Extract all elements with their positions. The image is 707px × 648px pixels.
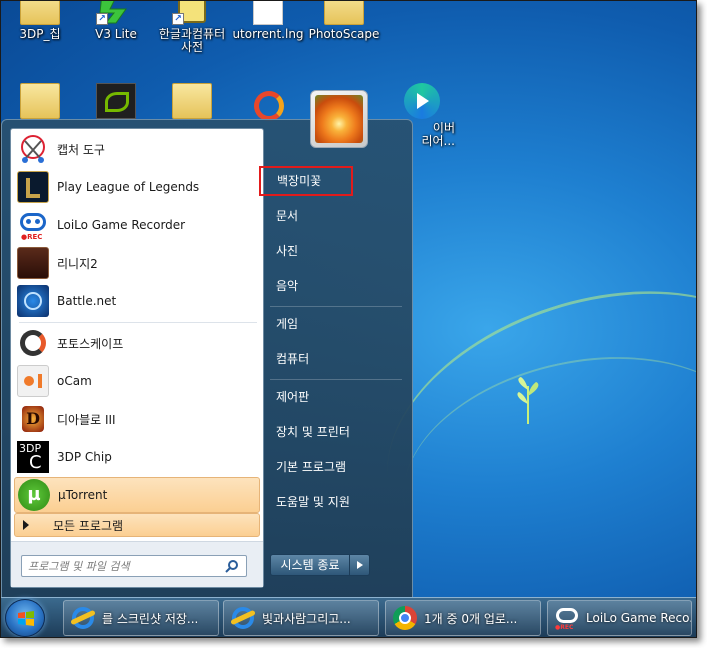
flower-picture-icon [315, 95, 363, 143]
internet-explorer-icon [70, 605, 96, 631]
right-item-pictures[interactable]: 사진 [264, 236, 404, 266]
desktop-icon-utorrent-lng[interactable]: utorrent.lng [231, 1, 305, 41]
right-item-control-panel[interactable]: 제어판 [264, 382, 404, 412]
diablo3-icon: D [17, 403, 49, 435]
start-menu-programs-pane: 캡처 도구 Play League of Legends ●REC LoiLo … [10, 128, 264, 588]
menu-separator [270, 306, 402, 307]
start-button[interactable] [5, 599, 45, 637]
shortcut-arrow-icon: ↗ [96, 13, 108, 25]
program-item-snipping-tool[interactable]: 캡처 도구 [14, 131, 260, 167]
windows-leaf-logo [517, 377, 539, 424]
program-label: 3DP Chip [57, 450, 112, 464]
desktop-icon-folder[interactable] [3, 83, 77, 119]
desktop-icon-label: V3 Lite [95, 27, 137, 41]
program-item-diablo3[interactable]: D 디아블로 III [14, 401, 260, 437]
shutdown-group: 시스템 종료 [270, 554, 370, 576]
right-item-documents[interactable]: 문서 [264, 201, 404, 231]
menu-separator [19, 322, 257, 323]
chrome-icon [392, 605, 418, 631]
program-label: 디아블로 III [57, 412, 116, 427]
right-item-computer[interactable]: 컴퓨터 [264, 344, 404, 374]
program-label: Play League of Legends [57, 180, 200, 194]
start-menu: 캡처 도구 Play League of Legends ●REC LoiLo … [1, 90, 413, 597]
taskbar-item-label: 빛과사람그리고... [262, 611, 351, 626]
loilo-recorder-icon: ●REC [17, 209, 49, 241]
program-item-ocam[interactable]: oCam [14, 363, 260, 399]
menu-separator [270, 379, 402, 380]
taskbar-item-label: 를 스크린샷 저장... [102, 611, 199, 626]
program-item-loilo-recorder[interactable]: ●REC LoiLo Game Recorder [14, 207, 260, 243]
taskbar-item-loilo[interactable]: ●REC LoiLo Game Reco... [547, 600, 692, 636]
desktop: 3DP_칩 ↗ V3 Lite ↗ 한글과컴퓨터 사전 utorrent.lng… [1, 1, 696, 597]
desktop-icon-3dp-folder[interactable]: 3DP_칩 [3, 1, 77, 41]
taskbar-item-label: 1개 중 0개 업로... [424, 611, 518, 626]
program-label: 포토스케이프 [57, 336, 124, 351]
shortcut-arrow-icon: ↗ [172, 13, 184, 25]
program-item-league-of-legends[interactable]: Play League of Legends [14, 169, 260, 205]
desktop-icon-folder[interactable] [155, 83, 229, 119]
all-programs-button[interactable]: 모든 프로그램 [14, 513, 260, 537]
v3-lite-icon: ↗ [96, 1, 136, 25]
right-item-games[interactable]: 게임 [264, 309, 404, 339]
program-label: 캡처 도구 [57, 142, 105, 157]
right-item-user-folder[interactable]: 백장미꽃 [259, 166, 353, 196]
loilo-recorder-icon: ●REC [554, 605, 580, 631]
nvidia-icon [96, 83, 136, 119]
taskbar-item-ie-screenshot[interactable]: 를 스크린샷 저장... [63, 600, 219, 636]
taskbar-item-chrome[interactable]: 1개 중 0개 업로... [385, 600, 541, 636]
desktop-icon-label: utorrent.lng [232, 27, 304, 41]
folder-icon [20, 1, 60, 25]
snipping-tool-icon [17, 133, 49, 165]
taskbar-item-label: LoiLo Game Reco... [586, 611, 692, 625]
utorrent-icon: µ [18, 479, 50, 511]
search-area [11, 541, 263, 587]
windows-flag-icon [18, 611, 34, 626]
3dp-chip-icon: 3DP C [17, 441, 49, 473]
program-item-utorrent[interactable]: µ µTorrent [14, 477, 260, 513]
desktop-icon-label: 한글과컴퓨터 사전 [158, 27, 226, 54]
right-item-default-programs[interactable]: 기본 프로그램 [264, 452, 404, 482]
desktop-icon-photoscape[interactable]: PhotoScape [307, 1, 381, 41]
program-item-battlenet[interactable]: Battle.net [14, 283, 260, 319]
search-icon[interactable] [225, 559, 239, 573]
desktop-icon-label: 3DP_칩 [19, 27, 61, 41]
desktop-icon-label: PhotoScape [308, 27, 380, 41]
user-picture[interactable] [310, 90, 368, 148]
desktop-icon-v3-lite[interactable]: ↗ V3 Lite [79, 1, 153, 41]
folder-icon [20, 83, 60, 119]
program-label: LoiLo Game Recorder [57, 218, 186, 232]
taskbar: 를 스크린샷 저장... 빛과사람그리고... 1개 중 0개 업로... ●R… [1, 597, 696, 637]
file-icon [253, 1, 283, 25]
program-item-photoscape[interactable]: 포토스케이프 [14, 325, 260, 361]
folder-icon [324, 1, 364, 25]
right-item-devices-printers[interactable]: 장치 및 프린터 [264, 417, 404, 447]
folder-icon [172, 83, 212, 119]
program-label: oCam [57, 374, 92, 388]
shutdown-options-arrow-icon[interactable] [350, 554, 370, 576]
naver-player-icon [400, 83, 440, 119]
photoscape-icon [17, 327, 49, 359]
battlenet-icon [17, 285, 49, 317]
expand-arrow-icon [23, 520, 29, 530]
program-label: µTorrent [58, 488, 108, 502]
right-item-music[interactable]: 음악 [264, 271, 404, 301]
program-label: 리니지2 [57, 256, 98, 271]
internet-explorer-icon [230, 605, 256, 631]
hancom-dictionary-icon: ↗ [172, 1, 212, 25]
right-item-help-support[interactable]: 도움말 및 지원 [264, 487, 404, 517]
lineage2-icon [17, 247, 49, 279]
desktop-icon-nvidia[interactable] [79, 83, 153, 119]
all-programs-label: 모든 프로그램 [53, 518, 124, 533]
desktop-icon-hancom-dictionary[interactable]: ↗ 한글과컴퓨터 사전 [155, 1, 229, 54]
ocam-icon [17, 365, 49, 397]
taskbar-item-ie-light[interactable]: 빛과사람그리고... [223, 600, 379, 636]
program-item-3dp-chip[interactable]: 3DP C 3DP Chip [14, 439, 260, 475]
search-input[interactable] [21, 555, 247, 577]
league-of-legends-icon [17, 171, 49, 203]
program-item-lineage2[interactable]: 리니지2 [14, 245, 260, 281]
program-label: Battle.net [57, 294, 117, 308]
screenshot-frame: 3DP_칩 ↗ V3 Lite ↗ 한글과컴퓨터 사전 utorrent.lng… [0, 0, 697, 638]
shutdown-button[interactable]: 시스템 종료 [270, 554, 350, 576]
